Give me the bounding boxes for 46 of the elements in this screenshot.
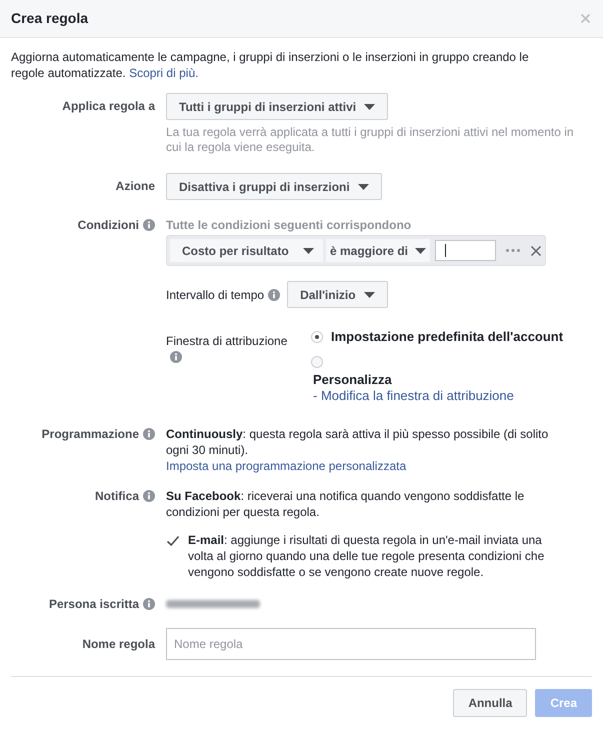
radio-label: Personalizza: [313, 372, 392, 388]
text-cursor-icon: [445, 244, 446, 257]
dialog-title: Crea regola: [11, 9, 88, 28]
caret-icon: [358, 184, 369, 190]
info-icon: [170, 351, 182, 363]
field-label: Nome regola: [82, 636, 155, 652]
notification-text: Su Facebook: riceverai una notifica quando vengono soddisfatte le condizioni per questa regola.: [166, 488, 526, 520]
rule-name-field[interactable]: Nome regola: [166, 628, 536, 660]
custom-schedule-link[interactable]: Imposta una programmazione personalizzata: [166, 458, 406, 474]
schedule-text: Continuously: questa regola sarà attiva il più spesso possibile (di solito ogni 30 minuti).: [166, 426, 550, 458]
more-icon[interactable]: [506, 249, 520, 252]
radio-button[interactable]: [311, 356, 323, 368]
info-icon: [143, 490, 155, 502]
radio-label: Impostazione predefinita dell'account: [331, 328, 564, 346]
close-icon[interactable]: [531, 246, 541, 256]
operator-dropdown[interactable]: è maggiore di: [326, 239, 430, 262]
caret-icon: [415, 248, 426, 254]
field-label: Persona iscritta: [48, 596, 139, 612]
metric-dropdown[interactable]: Costo per risultato: [170, 239, 323, 262]
info-icon: [143, 428, 155, 440]
field-label: Condizioni: [78, 217, 139, 233]
intro-text: Aggiorna automaticamente le campagne, i gruppi di inserzioni o le inserzioni in gruppo creando le regole automatizzate. Scopri di più.: [11, 49, 530, 81]
checkbox[interactable]: [166, 534, 180, 548]
info-icon: [143, 598, 155, 610]
condition-value-field[interactable]: [435, 240, 496, 261]
field-label: Finestra di attribuzione: [166, 333, 288, 349]
field-label: Applica regola a: [62, 98, 155, 114]
field-label: Programmazione: [42, 426, 139, 442]
field-label: Azione: [116, 178, 155, 194]
time-range-dropdown[interactable]: Dall'inizio: [287, 281, 388, 308]
edit-attribution-link[interactable]: - Modifica la finestra di attribuzione: [313, 388, 514, 404]
caret-icon: [364, 292, 375, 298]
secondary-button[interactable]: Annulla: [453, 689, 528, 717]
caret-icon: [303, 248, 314, 254]
field-label: Intervallo di tempo: [166, 286, 264, 302]
apply-to-dropdown[interactable]: Tutti i gruppi di inserzioni attivi: [166, 93, 388, 120]
caret-icon: [364, 104, 376, 110]
learn-more-link[interactable]: Scopri di più.: [129, 66, 198, 80]
field-label: Notifica: [94, 488, 139, 504]
action-dropdown[interactable]: Disattiva i gruppi di inserzioni: [166, 173, 382, 200]
radio-button[interactable]: [311, 331, 323, 343]
email-notification-text: E-mail: aggiunge i risultati di questa regola in un'e-mail inviata una volta al giorno quando una delle tue regole presenta condizioni che vengono soddisfatte o se vengono create nuove regole.: [188, 532, 546, 580]
info-icon: [268, 288, 280, 300]
info-icon: [143, 219, 155, 231]
conditions-summary: Tutte le condizioni seguenti corrispondono: [166, 217, 412, 233]
help-text: La tua regola verrà applicata a tutti i gruppi di inserzioni attivi nel momento in cui la regola viene eseguita.: [166, 125, 575, 155]
